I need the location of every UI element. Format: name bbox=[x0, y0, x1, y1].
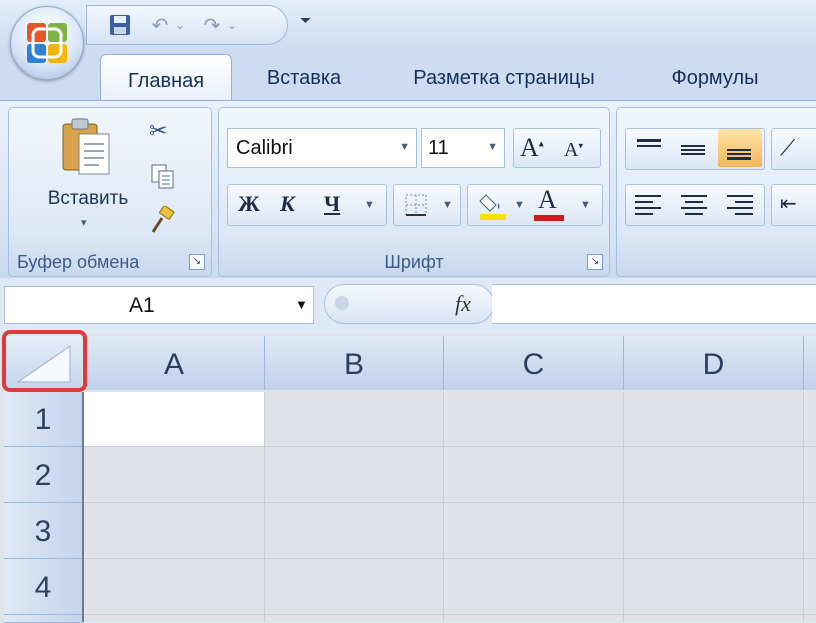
font-group-label: Шрифт bbox=[384, 252, 444, 272]
column-header-b[interactable]: B bbox=[265, 336, 444, 390]
font-style-buttons: Ж К Ч ▼ bbox=[227, 184, 387, 226]
align-right-icon[interactable] bbox=[726, 193, 754, 217]
column-header-a[interactable]: A bbox=[84, 336, 265, 390]
font-size-combobox[interactable]: 11 ▼ bbox=[421, 128, 505, 168]
redo-icon[interactable]: ↷ bbox=[201, 13, 223, 37]
underline-dropdown-icon[interactable]: ▼ bbox=[364, 199, 375, 211]
name-box[interactable]: A1 ▼ bbox=[4, 286, 314, 324]
align-center-icon[interactable] bbox=[680, 193, 708, 217]
row-header-4[interactable]: 4 bbox=[4, 559, 82, 615]
fill-color-dropdown-icon[interactable]: ▼ bbox=[514, 199, 525, 211]
align-bottom-icon bbox=[727, 149, 751, 160]
save-icon[interactable] bbox=[107, 13, 133, 37]
ribbon: Вставить ▾ ✂ Буфер обмена ↘ Calibri ▼ 11… bbox=[0, 100, 816, 279]
font-name-combobox[interactable]: Calibri ▼ bbox=[227, 128, 417, 168]
column-header-e-partial[interactable] bbox=[804, 336, 816, 390]
font-launcher-icon[interactable]: ↘ bbox=[587, 254, 603, 270]
font-size-value: 11 bbox=[428, 137, 449, 159]
clipboard-launcher-icon[interactable]: ↘ bbox=[189, 254, 205, 270]
horizontal-align-buttons bbox=[625, 184, 765, 226]
font-group: Calibri ▼ 11 ▼ A▴ A▾ Ж К Ч ▼ ▼ ▼ A ▼ Шри… bbox=[218, 107, 610, 277]
formula-controls: fx bbox=[324, 284, 494, 324]
align-left-icon[interactable] bbox=[634, 193, 662, 217]
formula-bar: A1 ▼ fx bbox=[0, 278, 816, 334]
column-header-d[interactable]: D bbox=[624, 336, 804, 390]
borders-button[interactable]: ▼ bbox=[393, 184, 461, 226]
tab-insert[interactable]: Вставка bbox=[244, 52, 364, 102]
cut-icon[interactable]: ✂ bbox=[149, 118, 175, 144]
grid-line bbox=[84, 558, 816, 559]
customize-qat-icon[interactable]: ⏷ bbox=[300, 12, 320, 36]
redo-dropdown-icon[interactable]: ⌄ bbox=[225, 13, 239, 37]
name-box-dropdown-icon[interactable]: ▼ bbox=[295, 297, 308, 312]
select-all-highlight-frame bbox=[2, 330, 87, 392]
cell-a1[interactable] bbox=[84, 392, 264, 446]
font-color-dropdown-icon[interactable]: ▼ bbox=[580, 199, 591, 211]
copy-icon[interactable] bbox=[149, 162, 177, 190]
office-logo-icon bbox=[27, 23, 67, 63]
indent-button[interactable]: ⇤ bbox=[771, 184, 816, 226]
color-buttons: ▼ A ▼ bbox=[467, 184, 603, 226]
font-color-icon[interactable]: A bbox=[538, 185, 557, 215]
grid-line bbox=[84, 614, 816, 615]
quick-access-toolbar: ↶ ⌄ ↷ ⌄ bbox=[86, 5, 288, 45]
clipboard-group-label: Буфер обмена bbox=[17, 252, 140, 272]
undo-icon[interactable]: ↶ bbox=[149, 13, 171, 37]
borders-icon bbox=[405, 194, 427, 216]
grow-font-icon[interactable]: A▴ bbox=[520, 133, 544, 163]
row-header-1[interactable]: 1 bbox=[4, 392, 82, 447]
grid-line bbox=[264, 392, 265, 622]
tab-home[interactable]: Главная bbox=[100, 54, 232, 103]
vertical-align-buttons bbox=[625, 128, 765, 170]
font-name-dropdown-icon[interactable]: ▼ bbox=[399, 141, 410, 153]
paste-dropdown-icon[interactable]: ▾ bbox=[81, 216, 87, 229]
office-button[interactable] bbox=[10, 6, 84, 80]
grid-line bbox=[623, 392, 624, 622]
column-header-c[interactable]: C bbox=[444, 336, 624, 390]
align-bottom-button[interactable] bbox=[718, 129, 762, 167]
paste-icon[interactable] bbox=[55, 116, 121, 182]
align-top-icon[interactable] bbox=[636, 137, 662, 159]
font-color-swatch bbox=[534, 215, 564, 221]
row-header-2[interactable]: 2 bbox=[4, 447, 82, 503]
align-middle-icon[interactable] bbox=[680, 137, 706, 159]
bold-button[interactable]: Ж bbox=[238, 191, 260, 217]
tab-formulas[interactable]: Формулы bbox=[650, 52, 780, 102]
grid-line bbox=[803, 392, 804, 622]
format-painter-icon[interactable] bbox=[147, 205, 177, 236]
ribbon-tabs: Главная Вставка Разметка страницы Формул… bbox=[0, 52, 816, 103]
alignment-group: ⟋ ⇤ bbox=[616, 107, 816, 277]
formula-bar-handle-icon[interactable] bbox=[335, 296, 349, 310]
orientation-button[interactable]: ⟋ bbox=[771, 128, 816, 170]
grid-line bbox=[443, 392, 444, 622]
undo-dropdown-icon[interactable]: ⌄ bbox=[173, 13, 187, 37]
tab-page-layout[interactable]: Разметка страницы bbox=[388, 52, 620, 102]
formula-input[interactable] bbox=[492, 284, 816, 324]
font-size-buttons: A▴ A▾ bbox=[513, 128, 601, 168]
worksheet-grid: A B C D 1 2 3 4 bbox=[0, 334, 816, 623]
grid-line bbox=[84, 502, 816, 503]
shrink-font-icon[interactable]: A▾ bbox=[564, 139, 583, 162]
italic-button[interactable]: К bbox=[280, 191, 295, 217]
row-header-3[interactable]: 3 bbox=[4, 503, 82, 559]
font-size-dropdown-icon[interactable]: ▼ bbox=[487, 141, 498, 153]
orientation-icon: ⟋ bbox=[780, 135, 796, 160]
underline-button[interactable]: Ч bbox=[324, 191, 340, 217]
fill-color-icon[interactable] bbox=[478, 189, 508, 221]
insert-function-button[interactable]: fx bbox=[455, 291, 471, 317]
decrease-indent-icon: ⇤ bbox=[780, 193, 797, 215]
grid-line bbox=[84, 446, 816, 447]
paste-button-label[interactable]: Вставить bbox=[33, 188, 143, 210]
font-name-value: Calibri bbox=[236, 137, 293, 159]
name-box-value: A1 bbox=[129, 294, 155, 317]
clipboard-group: Вставить ▾ ✂ Буфер обмена ↘ bbox=[8, 107, 212, 277]
borders-dropdown-icon[interactable]: ▼ bbox=[442, 199, 453, 211]
